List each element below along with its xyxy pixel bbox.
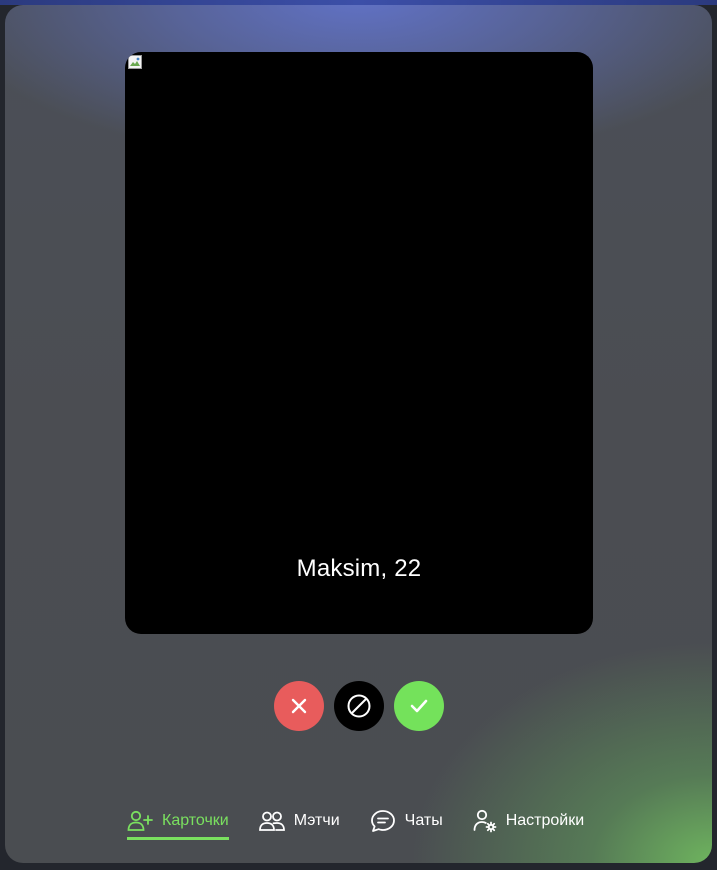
app-container: Maksim, 22 Карточки Мэтчи Чаты Настройки [5,5,712,863]
close-icon [291,698,307,714]
users-icon [258,811,285,831]
check-icon [410,699,428,713]
block-icon [347,694,371,718]
nav-settings[interactable]: Настройки [473,805,584,840]
user-settings-icon [473,809,497,833]
card-actions [274,681,444,731]
nav-settings-label: Настройки [505,812,585,829]
nav-cards-label: Карточки [162,812,229,829]
like-button[interactable] [394,681,444,731]
chat-icon [370,810,395,832]
block-button[interactable] [334,681,384,731]
nav-matches-label: Мэтчи [293,812,340,829]
nav-chats-label: Чаты [404,812,443,829]
nav-chats[interactable]: Чаты [370,805,443,840]
profile-card[interactable]: Maksim, 22 [125,52,593,634]
broken-image-icon [128,55,142,69]
nav-cards[interactable]: Карточки [127,805,229,840]
profile-name-age: Maksim, 22 [296,555,422,582]
add-user-icon [127,810,153,831]
bottom-navigation: Карточки Мэтчи Чаты Настройки [127,805,584,840]
nav-matches[interactable]: Мэтчи [258,805,340,840]
dislike-button[interactable] [274,681,324,731]
